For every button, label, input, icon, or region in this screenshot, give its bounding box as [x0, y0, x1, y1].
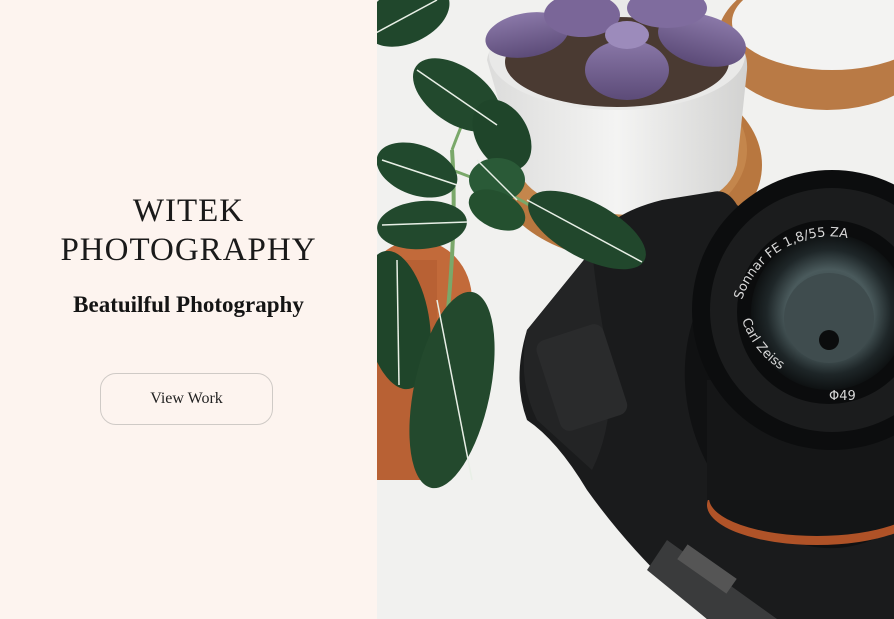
- hero-photo: Sonnar FE 1,8/55 ZA Carl Zeiss Φ49: [377, 0, 894, 619]
- landing-page: WITEK PHOTOGRAPHY Beatuilful Photography…: [0, 0, 894, 619]
- lens-filter-label: Φ49: [829, 389, 856, 404]
- view-work-button[interactable]: View Work: [100, 373, 273, 425]
- hero-text-panel: WITEK PHOTOGRAPHY Beatuilful Photography…: [0, 0, 377, 619]
- brand-title: WITEK PHOTOGRAPHY: [60, 193, 317, 268]
- camera-and-plant-photo: Sonnar FE 1,8/55 ZA Carl Zeiss Φ49: [377, 0, 894, 619]
- tagline: Beatuilful Photography: [73, 292, 304, 317]
